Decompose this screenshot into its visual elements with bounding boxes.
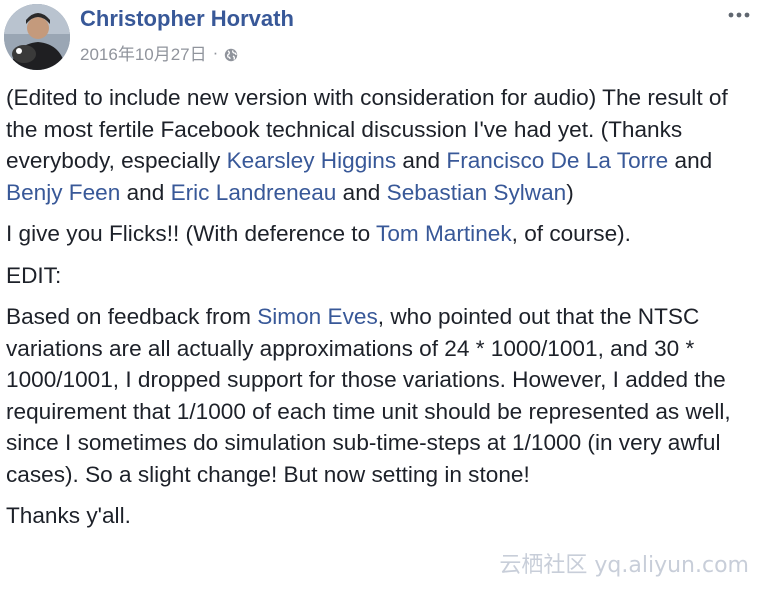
paragraph-text: and (668, 148, 713, 173)
post-paragraph-intro: (Edited to include new version with cons… (6, 82, 754, 208)
mention-sebastian-sylwan[interactable]: Sebastian Sylwan (387, 180, 567, 205)
mention-kearsley-higgins[interactable]: Kearsley Higgins (227, 148, 397, 173)
paragraph-text: I give you Flicks!! (With deference to (6, 221, 377, 246)
paragraph-text: , who pointed out that the NTSC variatio… (6, 304, 731, 487)
avatar-image (4, 4, 70, 70)
post-paragraph-edit-body: Based on feedback from Simon Eves, who p… (6, 301, 754, 490)
mention-tom-martinek[interactable]: Tom Martinek (376, 221, 512, 246)
paragraph-text: and (396, 148, 447, 173)
mention-eric-landreneau[interactable]: Eric Landreneau (171, 180, 337, 205)
post-paragraph-thanks: Thanks y'all. (6, 503, 131, 528)
avatar[interactable] (4, 4, 70, 70)
more-options-icon[interactable] (727, 8, 751, 22)
paragraph-text: and (120, 179, 171, 205)
mention-francisco-de-la-torre[interactable]: Francisco De La Torre (446, 148, 668, 173)
globe-icon[interactable] (224, 47, 238, 61)
post-meta: 2016年10月27日 · (80, 40, 238, 65)
author-name[interactable]: Christopher Horvath (80, 6, 294, 32)
post-paragraph-flicks: I give you Flicks!! (With deference to T… (6, 218, 754, 250)
post-header: Christopher Horvath 2016年10月27日 · (0, 0, 759, 74)
paragraph-text: Based on feedback from (6, 304, 258, 329)
post-paragraph-edit-heading: EDIT: (6, 262, 62, 288)
paragraph-text: and (336, 179, 387, 205)
paragraph-text: , of course). (511, 221, 631, 246)
post-timestamp[interactable]: 2016年10月27日 (80, 40, 207, 65)
mention-benjy-feen[interactable]: Benjy Feen (6, 180, 120, 205)
mention-simon-eves[interactable]: Simon Eves (257, 304, 378, 329)
post-body: (Edited to include new version with cons… (6, 82, 754, 542)
watermark-text: 云栖社区 yq.aliyun.com (499, 553, 749, 578)
meta-separator: · (212, 42, 219, 62)
paragraph-text: ) (566, 179, 574, 205)
